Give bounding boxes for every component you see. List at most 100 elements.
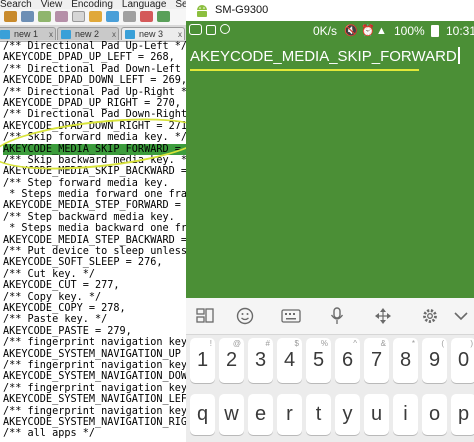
key-label: 4 — [283, 349, 296, 371]
key-8[interactable]: 8 * — [393, 338, 418, 383]
key-label: 1 — [196, 349, 209, 371]
soft-keyboard: 1! 2 @3 #4 $5% 6 ^ 7 & 8 * 9(0) qwertyuiop — [186, 298, 474, 442]
status-bar: 0K/s 🔇 ⏰ ▲ 100% 10:31 — [186, 21, 474, 41]
menu-language[interactable]: Language — [122, 0, 167, 9]
collapse-icon[interactable] — [448, 304, 474, 328]
text-cursor — [457, 47, 460, 64]
code-line: /** Put device to sleep unless */ — [3, 246, 190, 258]
window-title: SM-G9300 — [215, 4, 269, 16]
text-editor: SearchViewEncodingLanguageSettings new 1… — [0, 0, 209, 442]
code-line: AKEYCODE_MEDIA_STEP_BACKWARD = 275, — [3, 234, 188, 246]
close-icon[interactable]: x — [49, 28, 53, 40]
tab-label: new 3 — [139, 29, 164, 39]
code-line: /** Directional Pad Up-Left */ — [3, 41, 188, 52]
input-underline — [190, 69, 419, 71]
macro-icon[interactable] — [89, 11, 102, 22]
save-icon[interactable] — [21, 11, 34, 22]
key-0[interactable]: 0) — [451, 338, 474, 383]
key-r[interactable]: r — [277, 394, 302, 435]
play-macro-icon[interactable] — [157, 11, 170, 22]
battery-icon — [431, 25, 439, 37]
key-hint: $ — [294, 339, 299, 348]
key-w[interactable]: w — [219, 394, 244, 435]
menu-view[interactable]: View — [41, 0, 63, 9]
code-line: /** Step backward media key. — [3, 211, 175, 223]
phone-mirror-window: SM-G9300 0K/s 🔇 ⏰ ▲ 100% 10:31 AKEYCODE_… — [186, 0, 474, 442]
key-hint: ! — [209, 339, 212, 348]
key-t[interactable]: t — [306, 394, 331, 435]
word-wrap-icon[interactable] — [123, 11, 136, 22]
code-line: AKEYCODE_SYSTEM_NAVIGATION_LEFT — [3, 394, 190, 406]
key-q[interactable]: q — [190, 394, 215, 435]
menu-search[interactable]: Search — [0, 0, 32, 9]
cursor-move-icon[interactable] — [370, 304, 396, 328]
zoom-icon[interactable] — [72, 11, 85, 22]
key-5[interactable]: 5% — [306, 338, 331, 383]
code-line: AKEYCODE_SYSTEM_NAVIGATION_DOWN — [3, 371, 190, 383]
menu-bar: SearchViewEncodingLanguageSettings — [0, 0, 190, 9]
close-icon[interactable]: x — [178, 28, 182, 40]
keyboard-letter-row: qwertyuiop — [186, 391, 474, 442]
code-line: /** Step forward media key. — [3, 177, 169, 189]
key-o[interactable]: o — [422, 394, 447, 435]
sync-scroll-icon[interactable] — [106, 11, 119, 22]
tab-label: new 1 — [14, 29, 39, 39]
emoji-icon[interactable] — [232, 304, 258, 328]
key-label: 5 — [312, 349, 325, 371]
code-line: /** all apps */ — [3, 428, 96, 440]
key-7[interactable]: 7 & — [364, 338, 389, 383]
tab-new-3[interactable]: new 3 x — [121, 27, 185, 40]
key-9[interactable]: 9( — [422, 338, 447, 383]
record-macro-icon[interactable] — [140, 11, 153, 22]
mic-icon[interactable] — [324, 304, 350, 328]
key-label: 8 — [399, 349, 412, 371]
key-label: 6 — [341, 349, 354, 371]
tab-new-2[interactable]: new 2 x — [57, 27, 119, 40]
key-label: 9 — [428, 349, 441, 371]
replace-icon[interactable] — [55, 11, 68, 22]
app-icon — [220, 24, 230, 34]
key-label: 3 — [254, 349, 267, 371]
key-4[interactable]: 4 $ — [277, 338, 302, 383]
key-hint: ^ — [353, 339, 357, 348]
menu-encoding[interactable]: Encoding — [71, 0, 113, 9]
key-1[interactable]: 1! — [190, 338, 215, 383]
tab-new-1[interactable]: new 1 x — [0, 27, 56, 40]
code-line: /** Directional Pad Up-Right */ — [3, 86, 190, 98]
key-hint: ) — [470, 339, 473, 348]
code-line: AKEYCODE_PASTE = 279, — [3, 325, 132, 337]
network-speed: 0K/s — [313, 24, 338, 38]
key-e[interactable]: e — [248, 394, 273, 435]
key-p[interactable]: p — [451, 394, 474, 435]
text-input-field[interactable]: AKEYCODE_MEDIA_SKIP_FORWARD — [190, 44, 460, 71]
find-icon[interactable] — [38, 11, 51, 22]
code-line: AKEYCODE_DPAD_UP_LEFT = 268, — [3, 52, 175, 64]
code-line: /** fingerprint navigation key */ — [3, 337, 190, 349]
settings-icon[interactable] — [417, 304, 443, 328]
alarm-icon: ⏰ — [361, 25, 375, 37]
code-line: AKEYCODE_DPAD_UP_RIGHT = 270, — [3, 97, 181, 109]
code-line: /** Directional Pad Down-Left */ — [3, 63, 190, 75]
clipboard-icon[interactable] — [192, 304, 218, 328]
open-file-icon[interactable] — [4, 11, 17, 22]
key-i[interactable]: i — [393, 394, 418, 435]
key-hint: & — [380, 339, 386, 348]
input-text: AKEYCODE_MEDIA_SKIP_FORWARD — [190, 48, 457, 65]
keyboard-icon[interactable] — [278, 304, 304, 328]
code-line: /** Paste key. */ — [3, 314, 108, 326]
signal-icon: ▲ — [376, 25, 387, 37]
file-icon — [0, 30, 10, 39]
key-hint: * — [411, 339, 415, 348]
code-line: AKEYCODE_SYSTEM_NAVIGATION_UP — [3, 348, 181, 360]
close-icon[interactable]: x — [112, 28, 116, 40]
key-2[interactable]: 2 @ — [219, 338, 244, 383]
key-y[interactable]: y — [335, 394, 360, 435]
key-hint: # — [265, 339, 270, 348]
code-line: /** Copy key. */ — [3, 291, 102, 303]
code-area[interactable]: /** Directional Pad Up-Left */AKEYCODE_D… — [3, 41, 190, 440]
editor-tab-bar: new 1 x new 2 x new 3 x — [0, 26, 190, 42]
key-6[interactable]: 6 ^ — [335, 338, 360, 383]
key-3[interactable]: 3 # — [248, 338, 273, 383]
key-u[interactable]: u — [364, 394, 389, 435]
code-line: /** fingerprint navigation key */ — [3, 359, 190, 371]
